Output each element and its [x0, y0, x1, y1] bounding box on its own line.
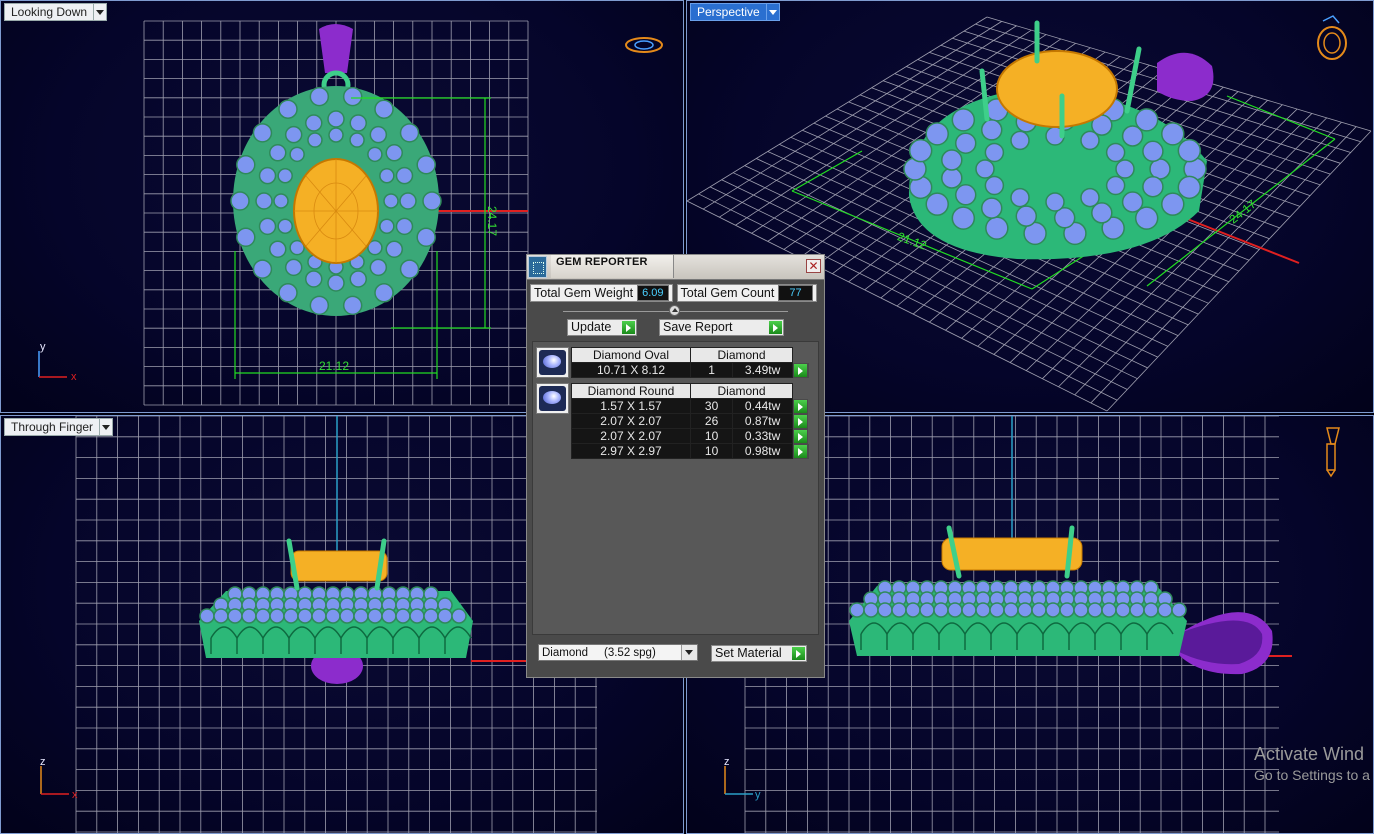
material-header: Diamond	[690, 347, 793, 363]
material-header: Diamond	[690, 383, 793, 399]
play-arrow-icon	[622, 321, 635, 334]
dim-width-label: 21.12	[896, 229, 929, 253]
gem-reporter-panel[interactable]: GEM REPORTER ✕ Total Gem Weight 6.09 Tot…	[526, 254, 825, 678]
shape-header: Diamond Oval	[571, 347, 691, 363]
chevron-down-icon[interactable]	[94, 3, 108, 21]
total-gem-weight-value: 6.09	[637, 285, 669, 301]
bail-shape	[319, 24, 353, 73]
row-go-button[interactable]	[792, 398, 809, 414]
chevron-down-icon[interactable]	[100, 418, 114, 436]
material-select[interactable]: Diamond (3.52 spg)	[538, 644, 698, 661]
table-row[interactable]: 2.07 X 2.07 10 0.33tw	[571, 428, 809, 444]
center-stone-side	[941, 537, 1083, 571]
bail-shape	[1157, 52, 1214, 101]
gem-table-round: Diamond Round Diamond 1.57 X 1.57 30 0.4…	[571, 383, 809, 459]
collapse-toggle-icon[interactable]	[669, 305, 680, 316]
gem-table-oval: Diamond Oval Diamond 10.71 X 8.12 1 3.49…	[571, 347, 809, 378]
set-material-button[interactable]: Set Material	[711, 645, 807, 662]
close-icon[interactable]: ✕	[806, 259, 821, 273]
row-go-button[interactable]	[792, 428, 809, 444]
total-gem-count: Total Gem Count 77	[676, 284, 817, 302]
table-row[interactable]: 2.07 X 2.07 26 0.87tw	[571, 413, 809, 429]
shape-header: Diamond Round	[571, 383, 691, 399]
total-gem-weight: Total Gem Weight 6.09	[530, 284, 673, 302]
update-button[interactable]: Update	[567, 319, 637, 336]
activation-watermark: Activate Wind Go to Settings to a	[1254, 744, 1370, 783]
axis-z-label: z	[724, 756, 730, 768]
row-go-button[interactable]	[792, 413, 809, 429]
total-gem-count-value: 77	[778, 285, 813, 301]
save-report-button[interactable]: Save Report	[659, 319, 784, 336]
table-row[interactable]: 1.57 X 1.57 30 0.44tw	[571, 398, 809, 414]
viewport-label-perspective[interactable]: Perspective	[690, 3, 780, 21]
gem-reporter-icon	[528, 256, 547, 278]
gem-reporter-title: GEM REPORTER	[556, 256, 648, 268]
dim-width-label: 21.12	[319, 359, 349, 373]
view-cube-ring-icon[interactable]	[625, 37, 663, 53]
axis-y-label: y	[755, 789, 761, 801]
chevron-down-icon[interactable]	[681, 645, 697, 660]
round-gem-icon	[536, 383, 569, 414]
row-go-button[interactable]	[792, 362, 809, 378]
play-arrow-icon	[769, 321, 782, 334]
gem-reporter-titlebar[interactable]: GEM REPORTER ✕	[527, 255, 824, 280]
play-arrow-icon	[792, 647, 805, 660]
dim-height-label: 24.17	[485, 206, 499, 236]
center-stone-side	[290, 550, 388, 582]
chevron-down-icon[interactable]	[766, 3, 780, 21]
table-row[interactable]: 2.97 X 2.97 10 0.98tw	[571, 443, 809, 459]
axis-y-label: y	[40, 341, 46, 353]
row-go-button[interactable]	[792, 443, 809, 459]
gem-list: Diamond Oval Diamond 10.71 X 8.12 1 3.49…	[532, 341, 819, 635]
table-row[interactable]: 10.71 X 8.12 1 3.49tw	[571, 362, 809, 378]
axis-x-label: x	[71, 371, 77, 383]
axis-z-label: z	[40, 756, 46, 768]
viewport-label-looking-down[interactable]: Looking Down	[4, 3, 108, 21]
oval-gem-icon	[536, 347, 569, 378]
view-cube-ring-icon[interactable]	[1317, 15, 1347, 60]
view-cube-pin-icon[interactable]	[1326, 427, 1340, 478]
axis-x-label: x	[72, 789, 78, 801]
viewport-label-through-finger[interactable]: Through Finger	[4, 418, 114, 436]
center-stone-persp	[996, 50, 1118, 128]
